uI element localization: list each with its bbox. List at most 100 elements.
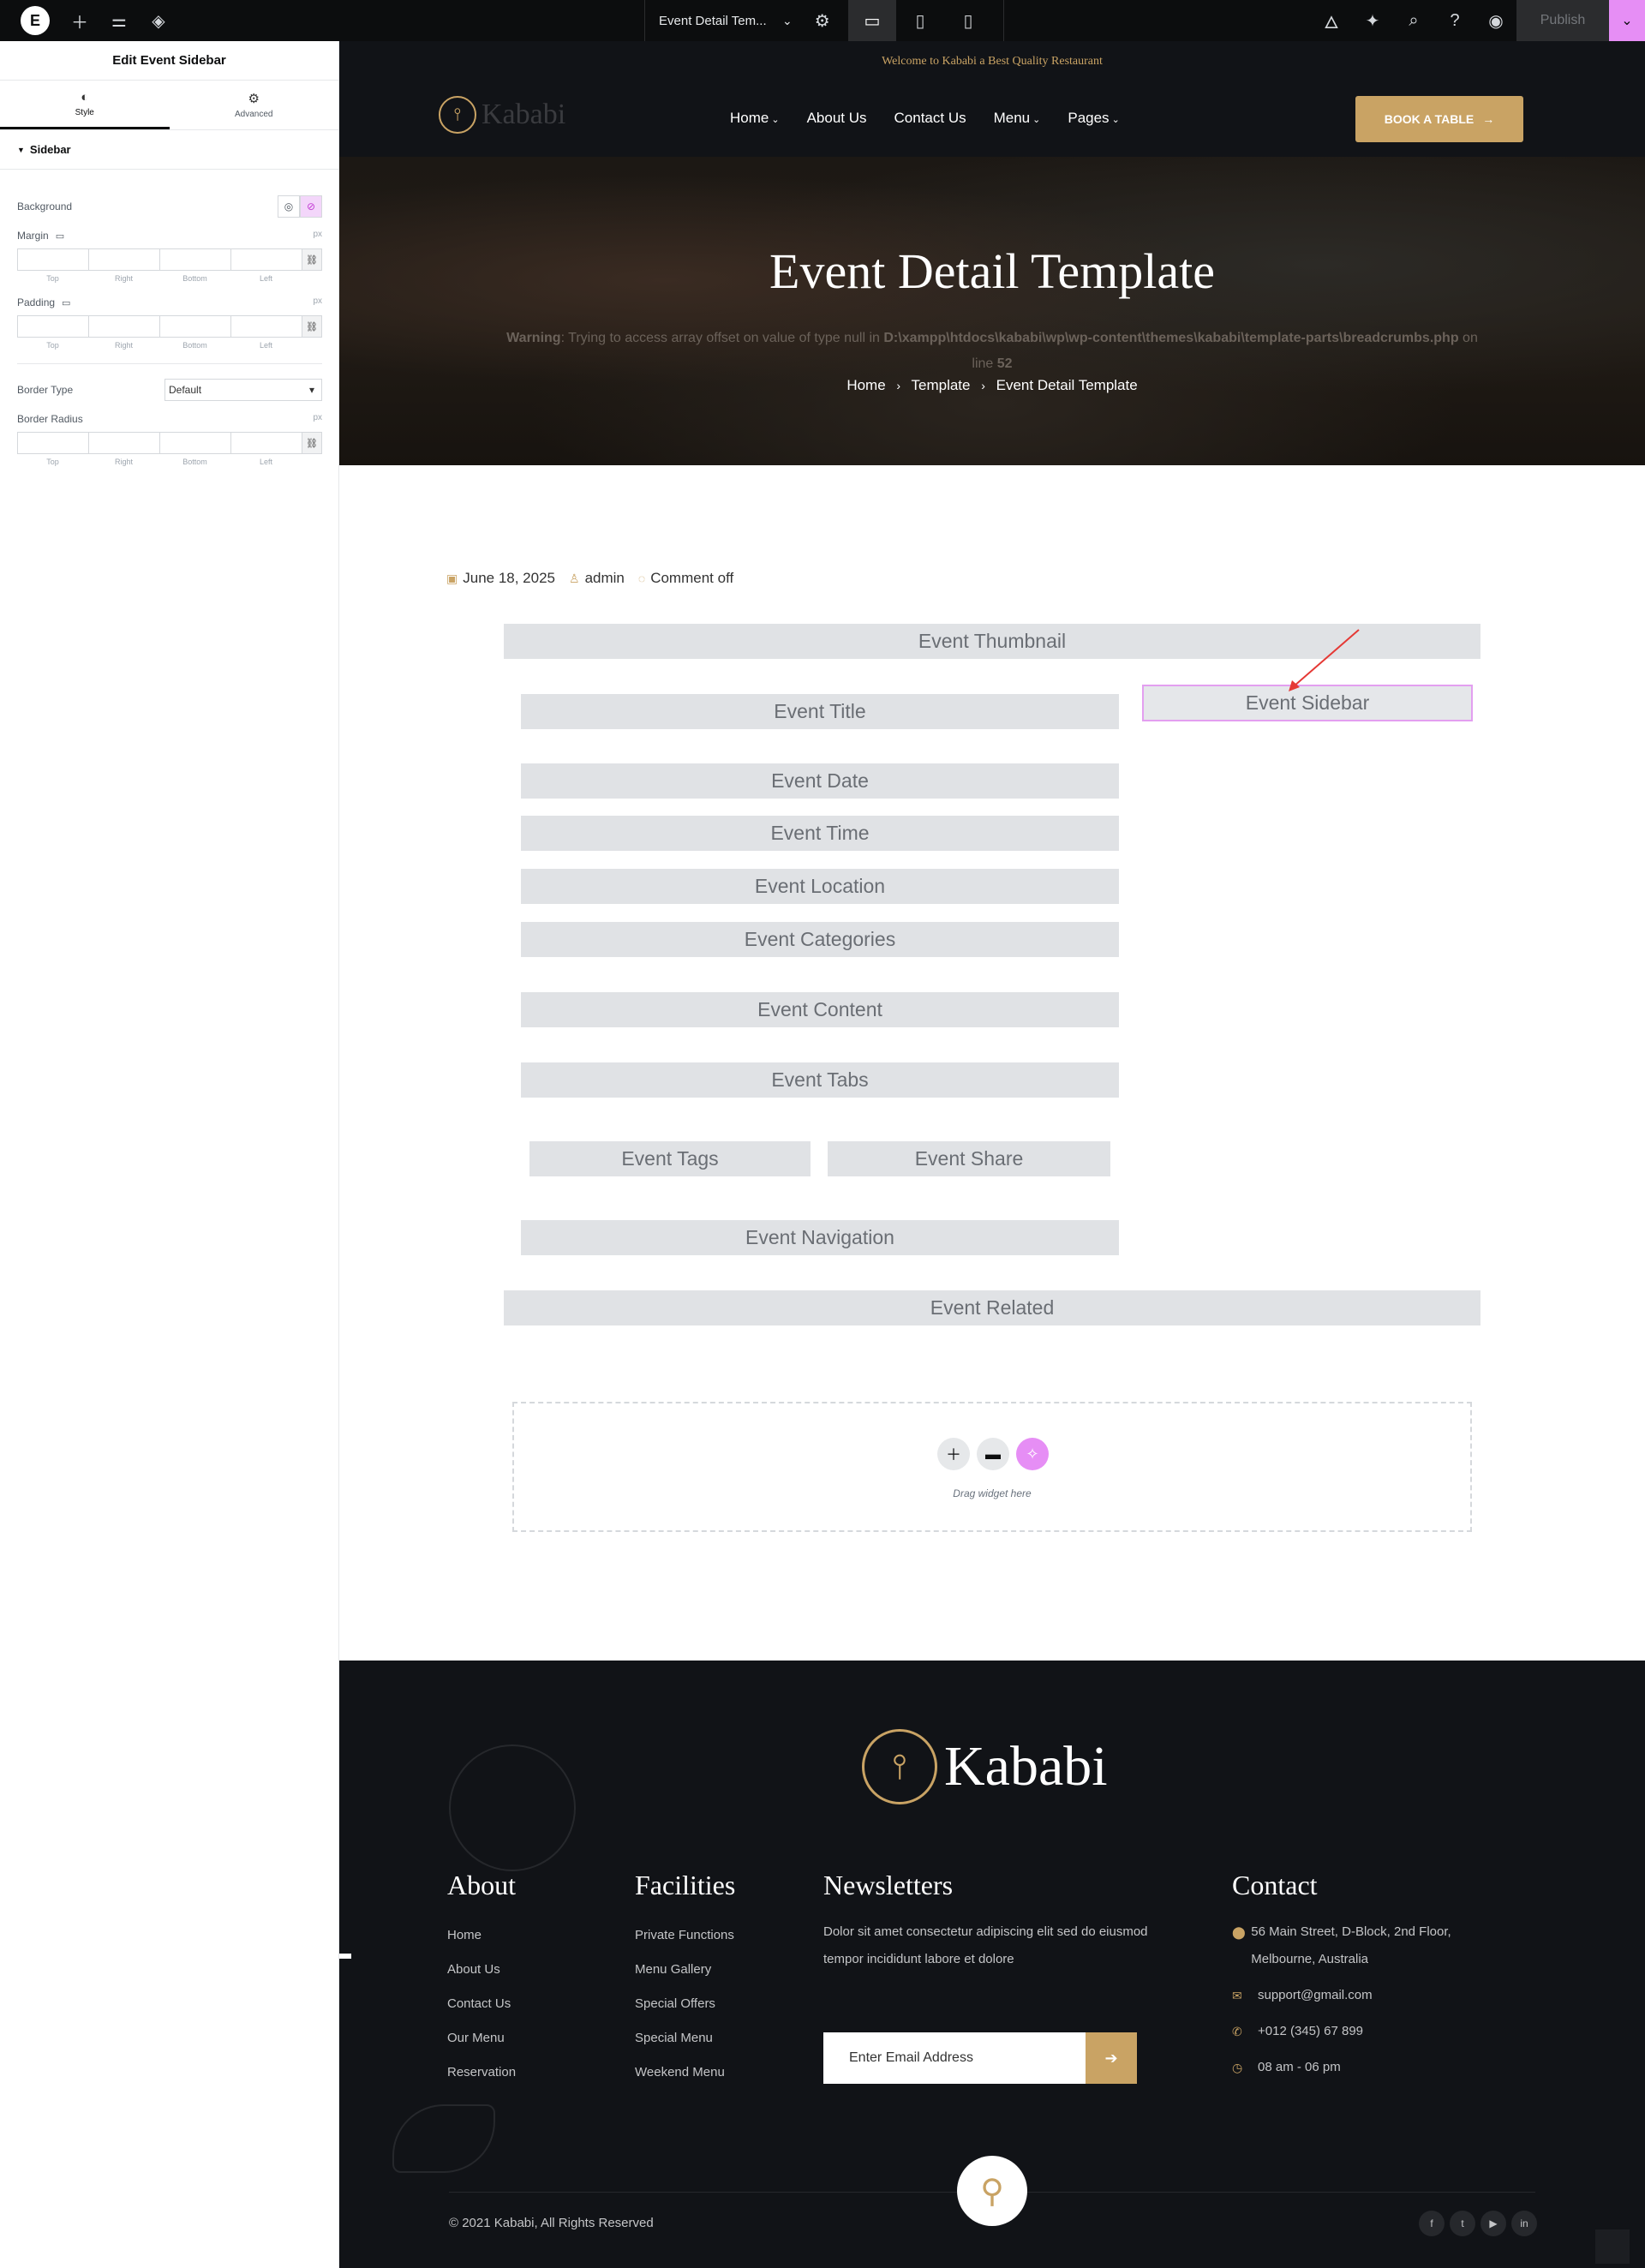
- clear-color-icon[interactable]: ⊘: [300, 195, 322, 218]
- footer-link[interactable]: Weekend Menu: [635, 2056, 735, 2090]
- footer-link[interactable]: Our Menu: [447, 2021, 516, 2056]
- twitter-icon[interactable]: t: [1450, 2211, 1475, 2236]
- template-library-folder-icon[interactable]: ▬: [977, 1438, 1009, 1470]
- link-values-icon[interactable]: ⛓: [302, 432, 322, 454]
- meta-date: June 18, 2025: [463, 570, 555, 586]
- event-navigation-widget[interactable]: Event Navigation: [521, 1220, 1119, 1255]
- footer-link[interactable]: Private Functions: [635, 1918, 735, 1953]
- padding-right-input[interactable]: [88, 315, 159, 338]
- main-nav: Home ⌄ About Us Contact Us Menu ⌄ Pages ⌄: [730, 110, 1147, 127]
- event-location-widget[interactable]: Event Location: [521, 869, 1119, 904]
- footer-link[interactable]: Special Menu: [635, 2021, 735, 2056]
- margin-left-input[interactable]: [230, 248, 302, 271]
- publish-button[interactable]: Publish: [1516, 0, 1609, 41]
- breadcrumb-template[interactable]: Template: [912, 377, 971, 393]
- elementor-logo-button[interactable]: E: [21, 6, 50, 35]
- nav-item-contact[interactable]: Contact Us: [894, 110, 966, 127]
- event-categories-widget[interactable]: Event Categories: [521, 922, 1119, 957]
- section-sidebar-toggle[interactable]: ▼ Sidebar: [0, 130, 338, 170]
- padding-top-input[interactable]: [17, 315, 88, 338]
- tablet-icon[interactable]: ▯: [896, 0, 944, 41]
- notifications-icon[interactable]: ✦: [1352, 0, 1393, 41]
- site-settings-icon[interactable]: ⚌: [99, 0, 139, 41]
- desktop-responsive-icon[interactable]: ▭: [62, 297, 70, 308]
- footer-link[interactable]: Home: [447, 1918, 516, 1953]
- contact-email[interactable]: support@gmail.com: [1258, 1982, 1373, 2009]
- nav-item-menu[interactable]: Menu ⌄: [994, 110, 1041, 127]
- link-values-icon[interactable]: ⛓: [302, 315, 322, 338]
- preview-eye-icon[interactable]: ◉: [1475, 0, 1516, 41]
- event-time-widget[interactable]: Event Time: [521, 816, 1119, 851]
- add-section-dropzone[interactable]: ＋ ▬ ✧ Drag widget here: [512, 1402, 1472, 1532]
- desktop-icon[interactable]: ▭: [848, 0, 896, 41]
- radius-bottom-input[interactable]: [159, 432, 230, 454]
- breadcrumb-home[interactable]: Home: [846, 377, 885, 393]
- meta-author[interactable]: admin: [585, 570, 625, 587]
- margin-top-input[interactable]: [17, 248, 88, 271]
- margin-unit-selector[interactable]: px: [313, 230, 322, 239]
- border-radius-unit-selector[interactable]: px: [313, 413, 322, 422]
- footer-link[interactable]: Contact Us: [447, 1987, 516, 2021]
- nav-item-home[interactable]: Home ⌄: [730, 110, 780, 127]
- border-type-select[interactable]: Default ▾: [164, 379, 322, 401]
- desktop-responsive-icon[interactable]: ▭: [56, 230, 64, 242]
- add-section-icon[interactable]: ＋: [937, 1438, 970, 1470]
- dim-label-bottom: Bottom: [182, 458, 207, 466]
- footer-link[interactable]: Reservation: [447, 2056, 516, 2090]
- site-logo[interactable]: ⫯ Kababi: [439, 96, 565, 134]
- chevron-down-icon[interactable]: ⌄: [782, 14, 793, 28]
- padding-left-input[interactable]: [230, 315, 302, 338]
- footer-logo[interactable]: ⫯ Kababi: [862, 1729, 1108, 1804]
- radius-top-input[interactable]: [17, 432, 88, 454]
- rocket-icon[interactable]: 🜂: [1311, 0, 1352, 41]
- book-table-button[interactable]: BOOK A TABLE →: [1355, 96, 1523, 142]
- nav-label: Menu: [993, 110, 1031, 126]
- radius-right-input[interactable]: [88, 432, 159, 454]
- footer-link[interactable]: Menu Gallery: [635, 1953, 735, 1987]
- help-icon[interactable]: ?: [1434, 0, 1475, 41]
- tab-style[interactable]: ◐ Style: [0, 81, 170, 129]
- page-settings-gear-icon[interactable]: ⚙: [803, 0, 842, 41]
- nav-item-about[interactable]: About Us: [807, 110, 867, 127]
- youtube-icon[interactable]: ▶: [1480, 2211, 1506, 2236]
- global-colors-icon[interactable]: ◎: [278, 195, 300, 218]
- link-values-icon[interactable]: ⛓: [302, 248, 322, 271]
- newsletter-email-input[interactable]: Enter Email Address: [823, 2032, 1086, 2084]
- event-share-widget[interactable]: Event Share: [828, 1141, 1110, 1176]
- section-sidebar-label: Sidebar: [29, 143, 71, 156]
- event-related-widget[interactable]: Event Related: [504, 1290, 1480, 1325]
- tab-advanced[interactable]: ⚙ Advanced: [170, 81, 339, 129]
- dropzone-hint: Drag widget here: [953, 1487, 1032, 1499]
- nav-item-pages[interactable]: Pages ⌄: [1068, 110, 1119, 127]
- footer-link[interactable]: Special Offers: [635, 1987, 735, 2021]
- facebook-icon[interactable]: f: [1419, 2211, 1445, 2236]
- newsletter-submit-arrow-icon[interactable]: ➔: [1086, 2032, 1137, 2084]
- event-content-widget[interactable]: Event Content: [521, 992, 1119, 1027]
- document-title[interactable]: Event Detail Tem...: [645, 14, 774, 28]
- margin-right-input[interactable]: [88, 248, 159, 271]
- page-hero: Event Detail Template Warning: Trying to…: [339, 157, 1645, 465]
- publish-options-chevron-icon[interactable]: ⌄: [1609, 0, 1645, 41]
- radius-left-input[interactable]: [230, 432, 302, 454]
- footer-link[interactable]: About Us: [447, 1953, 516, 1987]
- event-date-widget[interactable]: Event Date: [521, 763, 1119, 799]
- margin-bottom-input[interactable]: [159, 248, 230, 271]
- border-type-value: Default: [169, 384, 202, 396]
- linkedin-icon[interactable]: in: [1511, 2211, 1537, 2236]
- event-tabs-widget[interactable]: Event Tabs: [521, 1062, 1119, 1098]
- contact-phone[interactable]: +012 (345) 67 899: [1258, 2018, 1363, 2045]
- post-meta: ▣ June 18, 2025 ♙ admin ◌ Comment off: [446, 570, 747, 587]
- search-icon[interactable]: ⌕: [1393, 0, 1434, 41]
- ai-sparkle-icon[interactable]: ✧: [1016, 1438, 1049, 1470]
- event-title-widget[interactable]: Event Title: [521, 694, 1119, 729]
- event-tags-widget[interactable]: Event Tags: [529, 1141, 811, 1176]
- mobile-icon[interactable]: ▯: [944, 0, 992, 41]
- padding-bottom-input[interactable]: [159, 315, 230, 338]
- dim-label-top: Top: [46, 274, 59, 283]
- decorative-food-icon: [392, 2104, 495, 2173]
- footer-newsletters: Newsletters Dolor sit amet consectetur a…: [823, 1870, 1149, 2092]
- padding-unit-selector[interactable]: px: [313, 296, 322, 306]
- structure-layers-icon[interactable]: ◈: [139, 0, 178, 41]
- add-element-icon[interactable]: ＋: [60, 0, 99, 41]
- scroll-to-top-button[interactable]: [1595, 2229, 1630, 2264]
